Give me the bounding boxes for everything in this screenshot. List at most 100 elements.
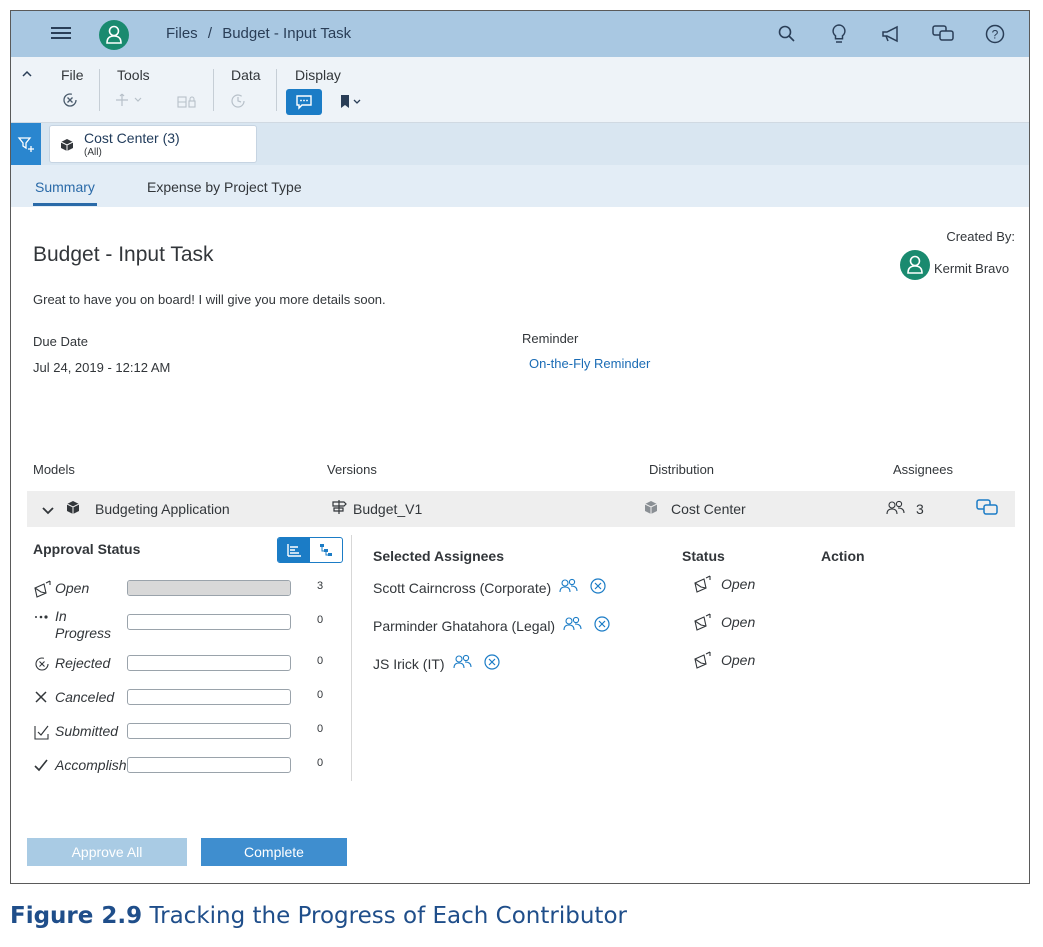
figure-text: Tracking the Progress of Each Contributo… bbox=[149, 903, 627, 929]
hierarchy-icon bbox=[320, 544, 332, 556]
reminder-link[interactable]: On-the-Fly Reminder bbox=[529, 356, 650, 371]
column-assignees: Assignees bbox=[893, 462, 953, 477]
move-icon[interactable] bbox=[115, 93, 145, 112]
toolbar-group-display: Display bbox=[295, 67, 341, 83]
reminder-label: Reminder bbox=[522, 331, 579, 346]
history-icon[interactable] bbox=[229, 92, 247, 115]
tab-summary[interactable]: Summary bbox=[35, 179, 95, 195]
menu-icon[interactable] bbox=[51, 24, 71, 44]
lightbulb-icon[interactable] bbox=[827, 22, 851, 46]
open-envelope-icon bbox=[693, 613, 715, 634]
bar-view-button[interactable] bbox=[278, 538, 310, 562]
assignees-count: 3 bbox=[916, 501, 924, 517]
approval-status-bar bbox=[127, 757, 291, 773]
toolbar-tools-label: Tools bbox=[117, 67, 150, 83]
filter-bar: Cost Center (3) (All) bbox=[11, 123, 1029, 165]
action-header: Action bbox=[821, 548, 865, 564]
collapse-toolbar-chevron-icon[interactable] bbox=[21, 67, 33, 82]
approval-status-row: Rejected 0 bbox=[33, 652, 333, 682]
bar-list-icon bbox=[287, 544, 301, 557]
model-name: Budgeting Application bbox=[95, 501, 230, 517]
chat-icon[interactable] bbox=[931, 22, 955, 46]
assignee-status-label: Open bbox=[721, 614, 756, 631]
model-row[interactable]: Budgeting Application Budget_V1 Cost Cen… bbox=[27, 491, 1015, 527]
remove-assignee-icon[interactable] bbox=[483, 653, 501, 674]
breadcrumb-files[interactable]: Files bbox=[166, 25, 198, 42]
tab-expense-by-project-type[interactable]: Expense by Project Type bbox=[147, 179, 302, 195]
model-cube-icon bbox=[65, 500, 81, 519]
dots-icon bbox=[33, 609, 53, 627]
bookmark-dropdown-icon[interactable] bbox=[339, 94, 365, 115]
assignee-row: JS Irick (IT) bbox=[373, 653, 501, 677]
person-icon bbox=[106, 25, 122, 44]
approval-status-bar bbox=[127, 723, 291, 739]
due-date-value: Jul 24, 2019 - 12:12 AM bbox=[33, 360, 171, 375]
toolbar-data-label: Data bbox=[231, 67, 261, 83]
approval-status-label: Open bbox=[55, 580, 90, 596]
figure-number: Figure 2.9 bbox=[10, 903, 143, 929]
person-icon bbox=[907, 255, 923, 274]
add-filter-button[interactable] bbox=[11, 123, 41, 165]
expand-chevron-icon[interactable] bbox=[41, 503, 55, 519]
assignee-name: JS Irick (IT) bbox=[373, 655, 445, 672]
approval-status-label: Accomplish bbox=[55, 757, 127, 773]
filter-add-icon bbox=[17, 137, 34, 152]
tab-bar: Summary Expense by Project Type bbox=[11, 165, 1029, 207]
submitted-icon bbox=[33, 723, 51, 746]
help-icon[interactable]: ? bbox=[983, 22, 1007, 46]
megaphone-icon[interactable] bbox=[879, 22, 903, 46]
breadcrumb: Files / Budget - Input Task bbox=[166, 25, 357, 42]
assignee-name: Scott Cairncross (Corporate) bbox=[373, 579, 552, 596]
version-icon bbox=[330, 499, 348, 518]
assignee-row: Scott Cairncross (Corporate) bbox=[373, 577, 607, 601]
approval-status-bar bbox=[127, 689, 291, 705]
approval-status-row: Canceled 0 bbox=[33, 686, 333, 716]
figure-caption: Figure 2.9 Tracking the Progress of Each… bbox=[10, 903, 627, 929]
approval-status-count: 0 bbox=[317, 614, 324, 626]
task-description: Great to have you on board! I will give … bbox=[33, 292, 386, 307]
hierarchy-view-button[interactable] bbox=[310, 538, 342, 562]
assignee-group-icon[interactable] bbox=[452, 654, 473, 673]
selected-assignees-header: Selected Assignees bbox=[373, 548, 504, 564]
assignee-group-icon[interactable] bbox=[559, 578, 579, 597]
toolbar-file-label: File bbox=[61, 67, 84, 83]
version-name: Budget_V1 bbox=[353, 501, 423, 517]
approve-all-button[interactable]: Approve All bbox=[27, 838, 187, 866]
remove-assignee-icon[interactable] bbox=[593, 615, 611, 636]
file-action-icon[interactable] bbox=[61, 91, 79, 114]
toolbar-group-tools: Tools bbox=[117, 67, 150, 83]
table-lock-icon[interactable] bbox=[177, 95, 197, 113]
approval-status-title: Approval Status bbox=[33, 541, 141, 557]
toolbar-group-data: Data bbox=[231, 67, 261, 83]
creator-name: Kermit Bravo bbox=[934, 261, 1010, 276]
filter-token-title: Cost Center (3) bbox=[84, 130, 180, 146]
remove-assignee-icon[interactable] bbox=[589, 577, 607, 598]
active-tab-indicator bbox=[33, 203, 97, 206]
approval-status-bar bbox=[127, 614, 291, 630]
search-icon[interactable] bbox=[775, 22, 799, 46]
distribution-name: Cost Center bbox=[671, 501, 746, 517]
discussion-icon[interactable] bbox=[975, 498, 999, 521]
cost-center-filter-token[interactable]: Cost Center (3) (All) bbox=[49, 125, 257, 163]
toolbar: File Tools Data Display bbox=[11, 57, 1029, 123]
column-models: Models bbox=[33, 462, 75, 477]
rejected-icon bbox=[33, 655, 51, 678]
column-distribution: Distribution bbox=[649, 462, 715, 477]
assignee-status: Open bbox=[693, 575, 755, 596]
assignees-group-icon bbox=[885, 500, 907, 519]
complete-button[interactable]: Complete bbox=[201, 838, 347, 866]
shell-bar: Files / Budget - Input Task ? bbox=[11, 11, 1029, 57]
open-envelope-icon bbox=[693, 575, 715, 596]
shell-actions: ? bbox=[775, 22, 1007, 46]
task-title: Budget - Input Task bbox=[33, 243, 214, 266]
dimension-cube-icon bbox=[60, 138, 74, 157]
approval-status-row: Accomplish 0 bbox=[33, 754, 333, 784]
assignee-group-icon[interactable] bbox=[563, 616, 583, 635]
comment-toggle-button[interactable] bbox=[286, 89, 322, 115]
assignee-status: Open bbox=[693, 613, 755, 634]
user-avatar[interactable] bbox=[99, 20, 129, 50]
approval-status-row: Submitted 0 bbox=[33, 720, 333, 750]
checkmark-icon bbox=[33, 757, 49, 778]
approval-status-count: 0 bbox=[317, 655, 324, 667]
comment-icon bbox=[296, 95, 312, 110]
